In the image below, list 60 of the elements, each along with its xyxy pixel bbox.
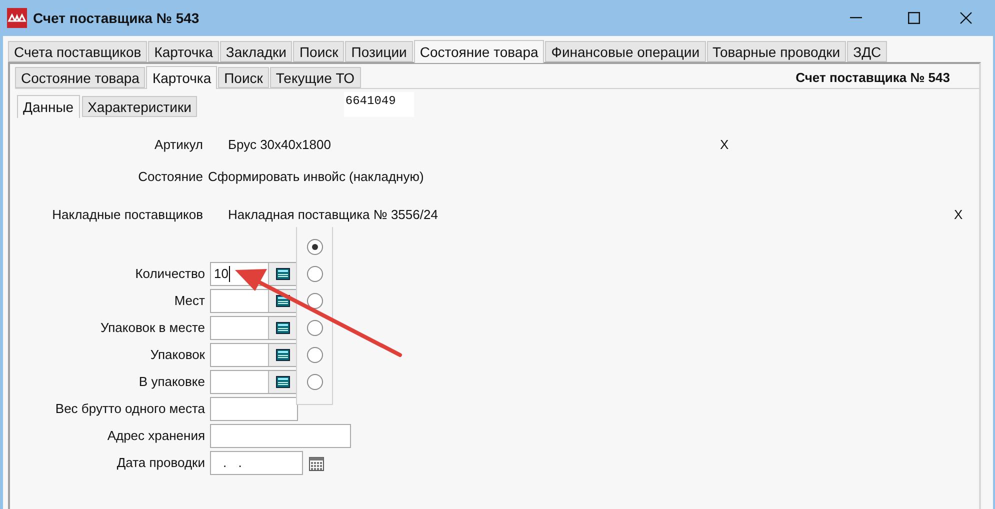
field-label: В упаковке xyxy=(138,373,206,392)
calendar-icon[interactable] xyxy=(309,456,324,470)
tab[interactable]: Состояние товара xyxy=(414,40,544,63)
input-field[interactable] xyxy=(210,397,298,421)
tab[interactable]: Позиции xyxy=(345,41,413,62)
clear-button[interactable]: X xyxy=(954,205,963,225)
field-label: Количество xyxy=(134,265,206,284)
tab[interactable]: Финансовые операции xyxy=(545,41,706,62)
tab[interactable]: Счета поставщиков xyxy=(8,41,148,62)
calculator-button[interactable] xyxy=(268,371,297,393)
field-value: Брус 30x40x1800 xyxy=(228,136,332,154)
calculator-button[interactable] xyxy=(268,263,297,285)
maximize-icon xyxy=(908,12,920,24)
close-icon xyxy=(960,12,972,24)
tab[interactable]: Карточка xyxy=(148,41,219,62)
tab[interactable]: Текущие ТО xyxy=(270,67,361,88)
calculator-button[interactable] xyxy=(268,344,297,366)
tab[interactable]: Закладки xyxy=(220,41,292,62)
field-label: Упаковок xyxy=(149,346,206,364)
input-field[interactable] xyxy=(210,289,298,313)
input-field[interactable] xyxy=(210,370,298,394)
tab[interactable]: Данные xyxy=(17,95,80,118)
calculator-icon xyxy=(276,268,290,280)
radio-button[interactable] xyxy=(306,374,322,390)
input-field[interactable] xyxy=(210,316,298,340)
input-field[interactable] xyxy=(210,424,351,448)
field-value: Сформировать инвойс (накладную) xyxy=(208,168,425,186)
tab[interactable]: Поиск xyxy=(293,41,344,62)
field-label: Состояние xyxy=(137,168,203,186)
calculator-icon xyxy=(276,376,290,388)
window-title: Счет поставщика № 543 xyxy=(33,8,200,28)
field-label: Упаковок в месте xyxy=(99,319,206,338)
document-title: Счет поставщика № 543 xyxy=(796,69,950,87)
field-label: Вес брутто одного места xyxy=(54,400,206,418)
field-label: Адрес хранения xyxy=(106,427,206,446)
input-field[interactable] xyxy=(210,343,298,367)
clear-button[interactable]: X xyxy=(720,135,729,155)
tab[interactable]: Состояние товара xyxy=(15,67,146,88)
radio-button[interactable] xyxy=(306,239,322,255)
calculator-button[interactable] xyxy=(268,317,297,339)
field-label: Мест xyxy=(173,292,206,310)
field-label: Артикул xyxy=(154,136,203,154)
app-logo-icon xyxy=(7,8,27,28)
date-field[interactable]: . . xyxy=(210,451,303,475)
tab[interactable]: Карточка xyxy=(146,66,218,89)
minimize-icon xyxy=(850,17,862,19)
field-label: Накладные поставщиков xyxy=(51,206,203,224)
calculator-icon xyxy=(276,322,290,334)
tab[interactable]: Товарные проводки xyxy=(706,41,846,62)
tab[interactable]: Характеристики xyxy=(82,96,198,117)
radio-button[interactable] xyxy=(306,320,322,336)
code-field: 6641049 xyxy=(344,92,414,117)
field-value: Накладная поставщика № 3556/24 xyxy=(228,206,439,224)
field-label: Дата проводки xyxy=(116,454,206,472)
radio-button[interactable] xyxy=(306,266,322,282)
radio-button[interactable] xyxy=(306,293,322,309)
radio-button[interactable] xyxy=(306,347,322,363)
calculator-icon xyxy=(276,349,290,361)
tab[interactable]: Поиск xyxy=(218,67,269,88)
tab[interactable]: ЗДС xyxy=(847,41,888,62)
